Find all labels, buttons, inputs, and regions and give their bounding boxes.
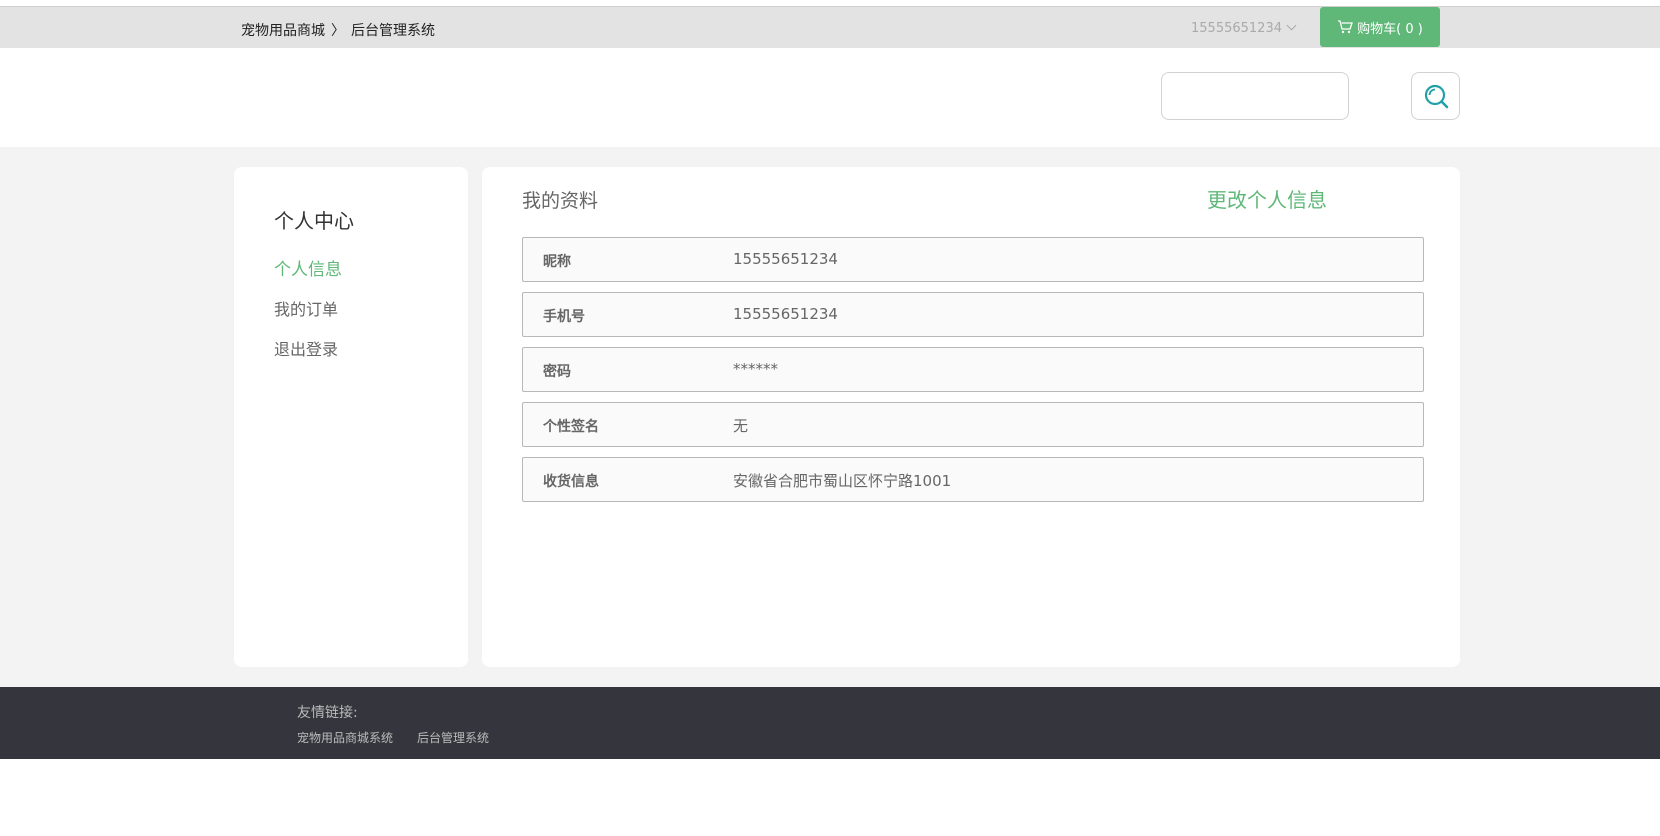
row-value: 15555651234 bbox=[733, 305, 838, 323]
breadcrumb-separator: 〉 bbox=[331, 23, 345, 39]
row-label: 个性签名 bbox=[543, 419, 599, 435]
cart-icon bbox=[1338, 20, 1354, 34]
cart-button[interactable]: 购物车( 0 ) bbox=[1320, 7, 1440, 47]
row-label: 昵称 bbox=[543, 254, 571, 270]
sidebar-item-profile[interactable]: 个人信息 bbox=[274, 255, 342, 280]
profile-row-address: 收货信息 安徽省合肥市蜀山区怀宁路1001 bbox=[522, 457, 1424, 502]
admin-system-link[interactable]: 后台管理系统 bbox=[351, 23, 435, 39]
sidebar-item-orders[interactable]: 我的订单 bbox=[274, 296, 338, 320]
sidebar-title: 个人中心 bbox=[274, 209, 354, 233]
profile-row-phone: 手机号 15555651234 bbox=[522, 292, 1424, 337]
profile-panel: 我的资料 更改个人信息 昵称 15555651234 手机号 155556512… bbox=[482, 167, 1460, 667]
row-label: 密码 bbox=[543, 364, 571, 380]
profile-row-signature: 个性签名 无 bbox=[522, 402, 1424, 447]
top-bar: 宠物用品商城〉后台管理系统 15555651234 购物车( 0 ) bbox=[0, 6, 1660, 48]
site-name-link[interactable]: 宠物用品商城 bbox=[241, 23, 325, 39]
profile-table: 昵称 15555651234 手机号 15555651234 密码 ******… bbox=[522, 237, 1424, 512]
row-value: 安徽省合肥市蜀山区怀宁路1001 bbox=[733, 472, 952, 490]
footer-link-admin[interactable]: 后台管理系统 bbox=[417, 729, 489, 746]
row-label: 收货信息 bbox=[543, 474, 599, 490]
search-icon bbox=[1424, 84, 1448, 109]
footer-title: 友情链接: bbox=[297, 705, 358, 721]
cart-label: 购物车( 0 ) bbox=[1357, 21, 1423, 37]
profile-row-password: 密码 ****** bbox=[522, 347, 1424, 392]
sidebar-item-logout[interactable]: 退出登录 bbox=[274, 336, 338, 360]
username[interactable]: 15555651234 bbox=[1191, 21, 1282, 36]
row-value: ****** bbox=[733, 360, 778, 378]
edit-profile-link[interactable]: 更改个人信息 bbox=[1207, 184, 1327, 213]
search-input[interactable] bbox=[1161, 72, 1349, 120]
user-menu[interactable]: 15555651234 bbox=[1191, 20, 1297, 36]
row-value: 15555651234 bbox=[733, 250, 838, 268]
footer: 友情链接: 宠物用品商城系统 后台管理系统 bbox=[0, 687, 1660, 759]
sidebar: 个人中心 个人信息 我的订单 退出登录 bbox=[234, 167, 468, 667]
row-value: 无 bbox=[733, 417, 749, 435]
page-title: 我的资料 bbox=[522, 190, 599, 212]
search-button[interactable] bbox=[1411, 72, 1460, 120]
row-label: 手机号 bbox=[543, 309, 585, 325]
chevron-down-icon bbox=[1286, 20, 1297, 31]
profile-row-nickname: 昵称 15555651234 bbox=[522, 237, 1424, 282]
breadcrumb: 宠物用品商城〉后台管理系统 bbox=[241, 20, 435, 40]
footer-link-shop[interactable]: 宠物用品商城系统 bbox=[297, 729, 393, 746]
